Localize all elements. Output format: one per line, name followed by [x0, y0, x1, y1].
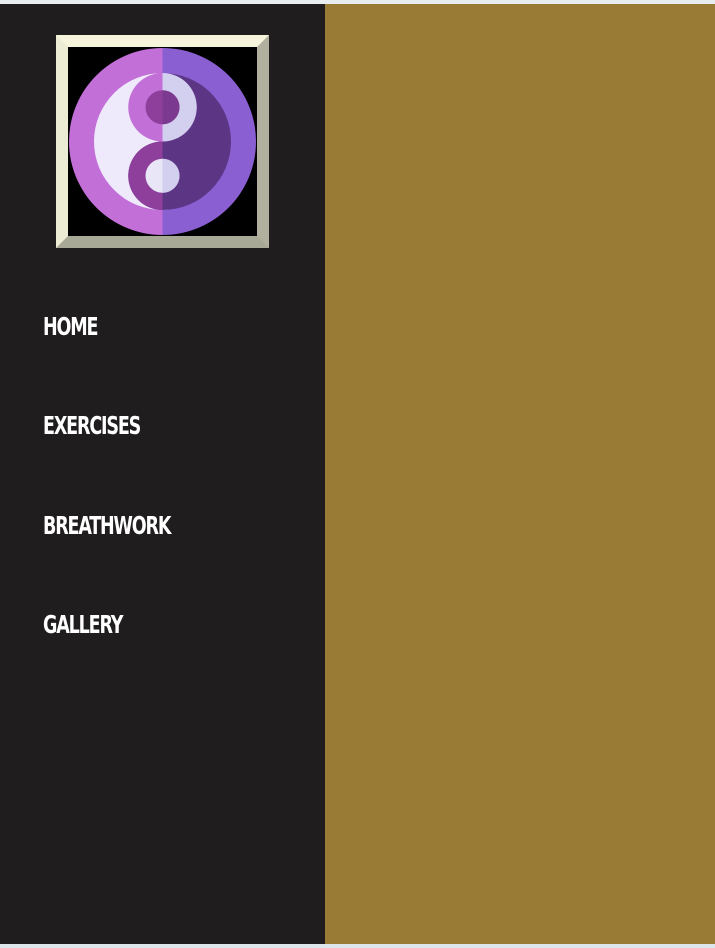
sidebar: HOME EXERCISES BREATHWORK GALLERY	[0, 4, 325, 944]
yin-yang-icon	[68, 47, 257, 236]
nav-item-breathwork[interactable]: BREATHWORK	[43, 511, 171, 540]
nav-item-gallery[interactable]: GALLERY	[43, 610, 123, 639]
nav-item-home[interactable]: HOME	[43, 312, 99, 341]
main-content-area	[325, 4, 715, 944]
bottom-edge-strip	[0, 944, 715, 948]
nav-item-exercises[interactable]: EXERCISES	[43, 411, 141, 440]
page: HOME EXERCISES BREATHWORK GALLERY	[0, 4, 715, 944]
logo-link[interactable]	[56, 35, 269, 248]
